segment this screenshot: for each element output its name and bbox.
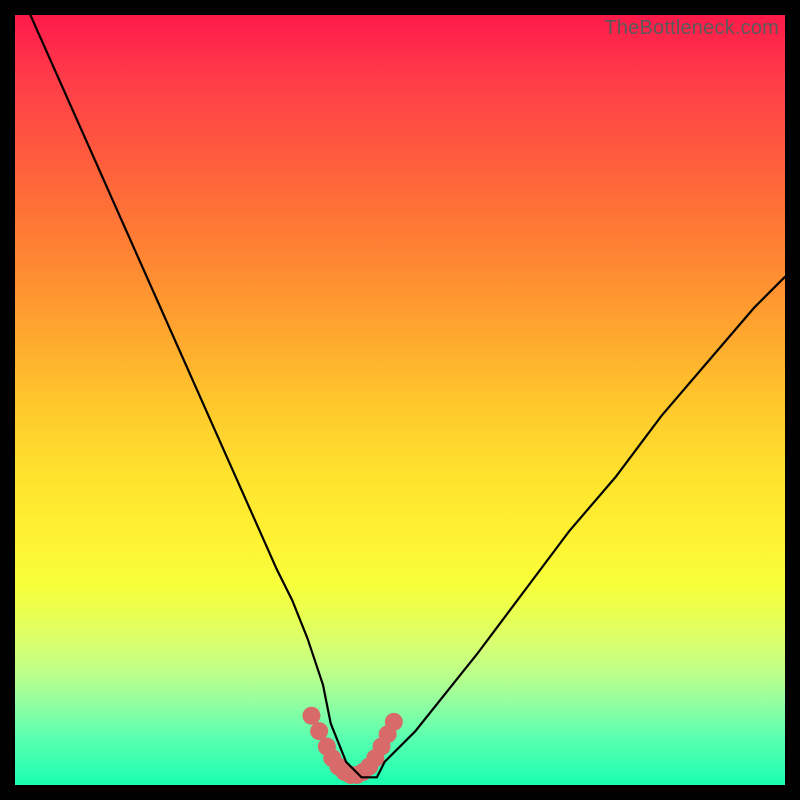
highlight-dots-group [302, 707, 402, 784]
highlight-dot [310, 722, 328, 740]
main-curve-path [30, 15, 785, 777]
plot-area: TheBottleneck.com [15, 15, 785, 785]
chart-frame: TheBottleneck.com [0, 0, 800, 800]
chart-svg [15, 15, 785, 785]
highlight-dot [302, 707, 320, 725]
highlight-dot [385, 713, 403, 731]
